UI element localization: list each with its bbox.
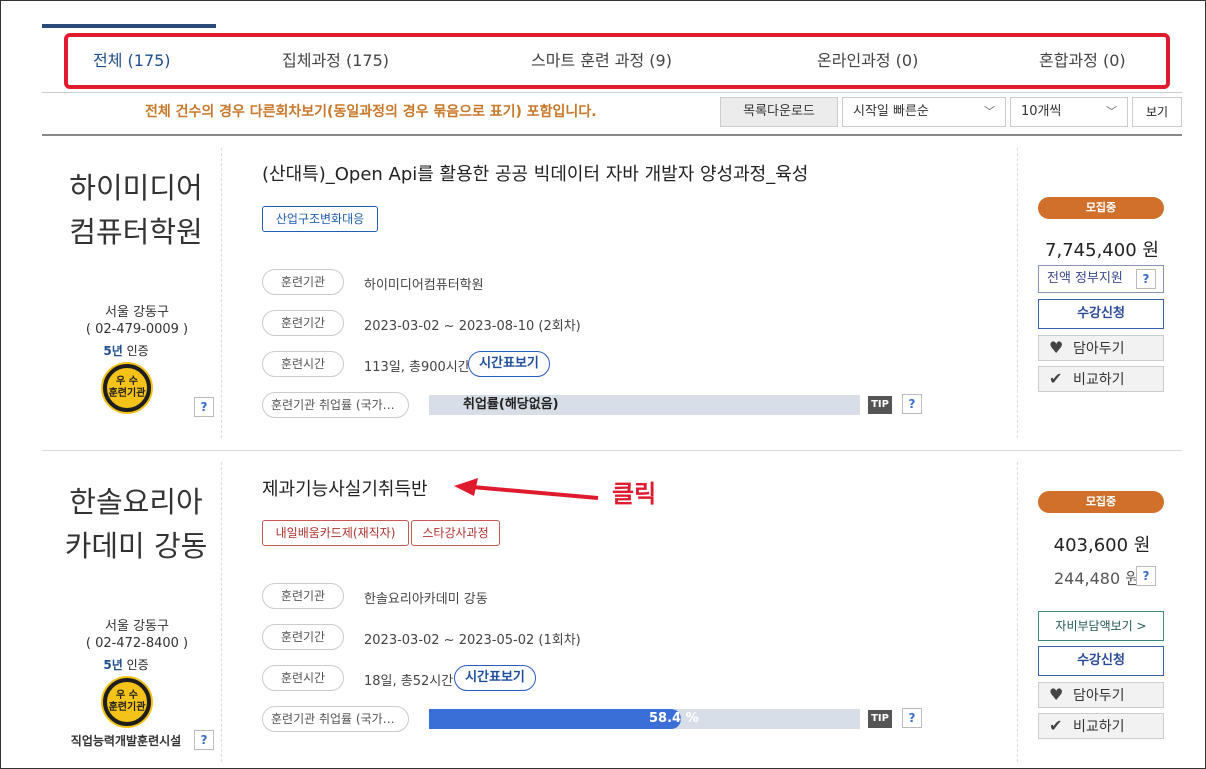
cert-label: 인증: [126, 658, 149, 672]
course-price: 403,600 원: [1053, 535, 1151, 556]
org-phone: ( 02-472-8400 ): [85, 636, 189, 651]
course-tag: 산업구조변화대응: [262, 206, 378, 232]
employment-help-button[interactable]: ?: [902, 708, 922, 728]
institution-value: 한솔요리아카데미 강동: [364, 592, 488, 607]
cert-years: 5년: [103, 658, 123, 672]
course-price: 7,745,400 원: [1045, 240, 1159, 261]
hours-value: 113일, 총900시간: [364, 360, 470, 375]
compare-label: 비교하기: [1073, 372, 1125, 388]
course-title-link[interactable]: 제과기능사실기취득반: [262, 475, 428, 501]
employment-help-button[interactable]: ?: [902, 394, 922, 414]
checkmark-icon: ✔: [1049, 369, 1063, 388]
column-divider: [1017, 462, 1018, 762]
timetable-button[interactable]: 시간표보기: [468, 351, 550, 377]
save-button[interactable]: ♥ 담아두기: [1038, 335, 1164, 361]
course-title-link[interactable]: (산대특)_Open Api를 활용한 공공 빅데이터 자바 개발자 양성과정_…: [262, 160, 808, 186]
list-top-divider: [42, 134, 1182, 136]
apply-button[interactable]: 수강신청: [1038, 646, 1164, 676]
cert-years: 5년: [103, 344, 123, 358]
period-value: 2023-03-02 ~ 2023-05-02 (1회차): [364, 633, 581, 648]
heart-icon: ♥: [1049, 685, 1064, 704]
medal-line1: 우 수: [116, 690, 138, 701]
org-phone: ( 02-479-0009 ): [85, 322, 189, 337]
org-name-line1[interactable]: 하이미디어: [50, 166, 222, 210]
employment-rate-text: 58.4 %: [649, 711, 699, 726]
status-badge: 모집중: [1038, 197, 1164, 219]
institution-label: 훈련기관: [262, 583, 344, 609]
list-download-button[interactable]: 목록다운로드: [720, 97, 838, 127]
org-help-button[interactable]: ?: [194, 397, 214, 417]
period-label: 훈련기간: [262, 310, 344, 336]
checkmark-icon: ✔: [1049, 716, 1063, 735]
annotation-arrow-icon: [454, 478, 599, 500]
course-tag: 내일배움카드제(재직자): [262, 520, 409, 546]
employment-rate-fill: [429, 709, 681, 729]
compare-button[interactable]: ✔ 비교하기: [1038, 366, 1164, 392]
page-size-value: 10개씩: [1021, 104, 1062, 119]
org-name-line1[interactable]: 한솔요리아: [50, 480, 222, 524]
tip-badge[interactable]: TIP: [868, 396, 892, 414]
column-divider: [1017, 148, 1018, 438]
gov-support-help-button[interactable]: ?: [1136, 269, 1156, 289]
status-badge: 모집중: [1038, 491, 1164, 513]
employment-rate-label: 훈련기관 취업률 (국가직무능력표준): [262, 706, 409, 732]
compare-button[interactable]: ✔ 비교하기: [1038, 713, 1164, 739]
cert-label: 인증: [126, 344, 149, 358]
course-tag: 스타강사과정: [411, 520, 500, 546]
hours-value: 18일, 총52시간: [364, 674, 454, 689]
save-label: 담아두기: [1073, 341, 1125, 357]
course-divider: [42, 450, 1182, 451]
price-help-button[interactable]: ?: [1136, 566, 1156, 586]
heart-icon: ♥: [1049, 338, 1064, 357]
save-button[interactable]: ♥ 담아두기: [1038, 682, 1164, 708]
org-region: 서울 강동구: [105, 305, 169, 320]
medal-line2: 훈련기관: [108, 388, 146, 399]
gov-support-text: 전액 정부지원: [1047, 271, 1123, 286]
compare-label: 비교하기: [1073, 719, 1125, 735]
org-name-line2[interactable]: 카데미 강동: [50, 524, 222, 568]
count-notice: 전체 건수의 경우 다른회차보기(동일과정의 경우 묶음으로 표기) 포함입니다…: [145, 104, 597, 120]
org-region: 서울 강동구: [105, 619, 169, 634]
click-annotation: 클릭: [612, 480, 657, 508]
institution-value: 하이미디어컴퓨터학원: [364, 278, 484, 293]
employment-rate-text: 취업률(해당없음): [463, 397, 559, 412]
save-label: 담아두기: [1073, 688, 1125, 704]
sort-select-value: 시작일 빠른순: [853, 104, 929, 119]
sort-select[interactable]: 시작일 빠른순 ﹀: [842, 97, 1006, 127]
highlight-box: [64, 33, 1170, 89]
employment-rate-label: 훈련기관 취업률 (국가직무능력표준): [262, 392, 409, 418]
excellent-org-medal-icon: 우 수 훈련기관: [103, 364, 151, 412]
org-name-line2[interactable]: 컴퓨터학원: [50, 210, 222, 254]
hours-label: 훈련시간: [262, 351, 344, 377]
institution-label: 훈련기관: [262, 269, 344, 295]
timetable-button[interactable]: 시간표보기: [454, 665, 536, 691]
self-pay-view-button[interactable]: 자비부담액보기 >: [1038, 611, 1164, 641]
period-label: 훈련기간: [262, 624, 344, 650]
view-button[interactable]: 보기: [1132, 97, 1182, 127]
tip-badge[interactable]: TIP: [868, 710, 892, 728]
excellent-org-medal-icon: 우 수 훈련기관: [103, 678, 151, 726]
cert-badge: 5년 인증: [62, 342, 190, 359]
hours-label: 훈련시간: [262, 665, 344, 691]
facility-label: 직업능력개발훈련시설: [70, 734, 182, 748]
chevron-down-icon: ﹀: [984, 105, 995, 118]
medal-line2: 훈련기관: [108, 702, 146, 713]
medal-line1: 우 수: [116, 376, 138, 387]
page-size-select[interactable]: 10개씩 ﹀: [1010, 97, 1128, 127]
org-help-button[interactable]: ?: [194, 730, 214, 750]
cert-badge: 5년 인증: [62, 656, 190, 673]
employment-rate-bar: 취업률(해당없음): [429, 395, 860, 415]
employment-rate-bar: 58.4 %: [429, 709, 860, 729]
chevron-down-icon: ﹀: [1106, 105, 1117, 118]
period-value: 2023-03-02 ~ 2023-08-10 (2회차): [364, 319, 581, 334]
apply-button[interactable]: 수강신청: [1038, 299, 1164, 329]
